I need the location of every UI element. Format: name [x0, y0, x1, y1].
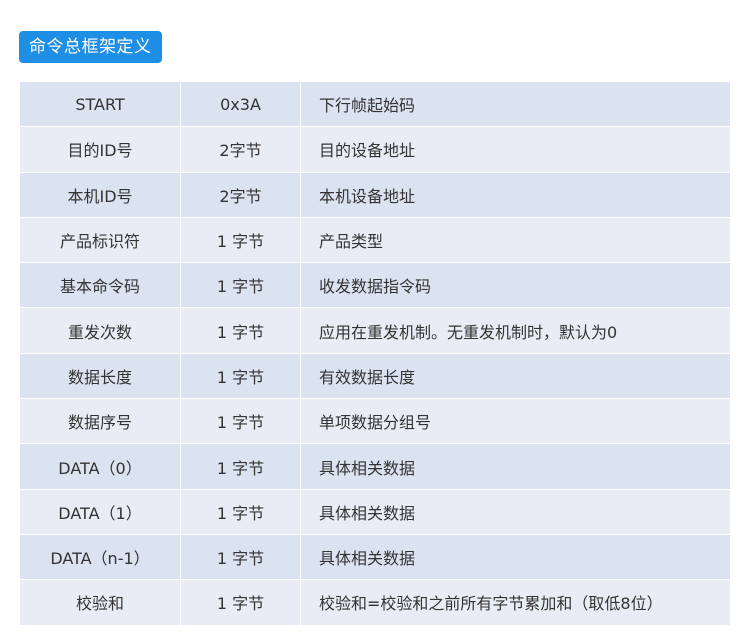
field-cell: 数据长度	[20, 353, 181, 399]
length-cell: 1 字节	[181, 534, 301, 580]
length-cell: 1 字节	[181, 489, 301, 534]
length-cell: 1 字节	[181, 263, 301, 308]
command-frame-table: START 0x3A 下行帧起始码 目的ID号 2字节 目的设备地址 本机ID号…	[20, 82, 730, 626]
table-row: 产品标识符 1 字节 产品类型	[20, 217, 730, 264]
length-cell: 2字节	[181, 172, 301, 217]
description-cell: 具体相关数据	[301, 534, 730, 580]
length-cell: 1 字节	[181, 217, 301, 263]
table-row: 校验和 1 字节 校验和=校验和之前所有字节累加和（取低8位）	[20, 580, 730, 626]
description-cell: 收发数据指令码	[301, 263, 730, 308]
table-row: DATA（1） 1 字节 具体相关数据	[20, 489, 730, 535]
length-cell: 1 字节	[181, 353, 301, 399]
table-row: DATA（n-1） 1 字节 具体相关数据	[20, 534, 730, 581]
field-cell: 本机ID号	[20, 172, 181, 217]
field-cell: DATA（0）	[20, 444, 181, 489]
description-cell: 下行帧起始码	[301, 82, 730, 127]
length-cell: 1 字节	[181, 580, 301, 625]
length-cell: 1 字节	[181, 444, 301, 489]
field-cell: 产品标识符	[20, 217, 181, 263]
table-row: 本机ID号 2字节 本机设备地址	[20, 172, 730, 218]
description-cell: 有效数据长度	[301, 353, 730, 399]
length-cell: 2字节	[181, 127, 301, 172]
field-cell: DATA（1）	[20, 489, 181, 534]
length-cell: 1 字节	[181, 308, 301, 353]
field-cell: 数据序号	[20, 399, 181, 444]
section-title: 命令总框架定义	[19, 31, 162, 63]
description-cell: 产品类型	[301, 217, 730, 263]
table-row: 基本命令码 1 字节 收发数据指令码	[20, 263, 730, 309]
table-row: 重发次数 1 字节 应用在重发机制。无重发机制时，默认为0	[20, 308, 730, 354]
table-row: DATA（0） 1 字节 具体相关数据	[20, 444, 730, 490]
table-row: 目的ID号 2字节 目的设备地址	[20, 127, 730, 173]
description-cell: 单项数据分组号	[301, 399, 730, 444]
description-cell: 应用在重发机制。无重发机制时，默认为0	[301, 308, 730, 353]
table-row: 数据长度 1 字节 有效数据长度	[20, 353, 730, 400]
field-cell: 目的ID号	[20, 127, 181, 172]
table-row: START 0x3A 下行帧起始码	[20, 82, 730, 128]
field-cell: 重发次数	[20, 308, 181, 353]
description-cell: 具体相关数据	[301, 489, 730, 534]
field-cell: 校验和	[20, 580, 181, 625]
page: 命令总框架定义 SUNRN讯鹏 START 0x3A 下行帧起始码 目的ID号 …	[0, 0, 750, 641]
length-cell: 1 字节	[181, 399, 301, 444]
field-cell: START	[20, 82, 181, 127]
description-cell: 目的设备地址	[301, 127, 730, 172]
description-cell: 本机设备地址	[301, 172, 730, 217]
field-cell: DATA（n-1）	[20, 534, 181, 580]
length-cell: 0x3A	[181, 82, 301, 127]
description-cell: 具体相关数据	[301, 444, 730, 489]
description-cell: 校验和=校验和之前所有字节累加和（取低8位）	[301, 580, 730, 625]
field-cell: 基本命令码	[20, 263, 181, 308]
table-row: 数据序号 1 字节 单项数据分组号	[20, 399, 730, 445]
